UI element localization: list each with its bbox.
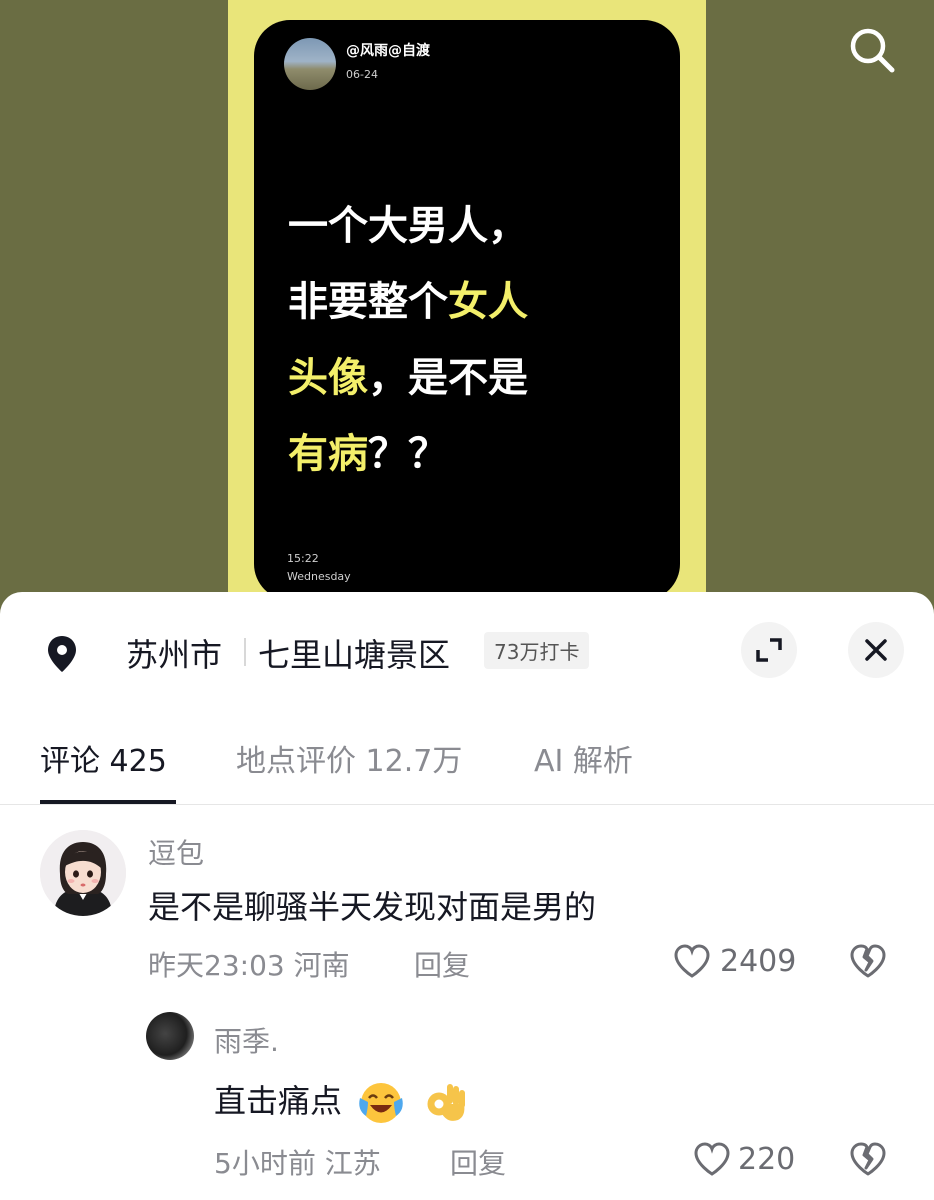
location-place[interactable]: 七里山塘景区 [258, 630, 450, 676]
post-text-line3b: ，是不是 [368, 355, 528, 401]
reply-username[interactable]: 雨季. [214, 1020, 279, 1060]
post-weekday: Wednesday [287, 570, 351, 583]
video-background[interactable]: @风雨@自渡 06-24 一个大男人， 非要整个女人 头像，是不是 有病？？ 1… [0, 0, 934, 610]
avatar-illustration [40, 830, 126, 916]
heart-icon[interactable] [672, 942, 712, 982]
location-pin-icon [48, 636, 76, 672]
post-image-card: @风雨@自渡 06-24 一个大男人， 非要整个女人 头像，是不是 有病？？ 1… [254, 20, 680, 600]
blurred-side-right [706, 0, 934, 610]
post-text: 一个大男人， 非要整个女人 头像，是不是 有病？？ [288, 188, 668, 492]
like-count: 220 [738, 1142, 796, 1177]
post-author-avatar [284, 38, 336, 90]
reply-text: 直击痛点 [214, 1082, 343, 1120]
tab-place-reviews[interactable]: 地点评价 12.7万 [236, 736, 462, 780]
post-text-line4b: ？？ [368, 431, 448, 477]
close-icon [865, 639, 887, 661]
search-button[interactable] [844, 22, 900, 78]
location-divider [244, 638, 246, 666]
reply-meta: 5小时前 江苏 [214, 1147, 381, 1180]
tab-bar: 评论 425 地点评价 12.7万 AI 解析 [0, 722, 934, 804]
comment-avatar[interactable] [40, 830, 126, 916]
expand-icon [756, 638, 782, 662]
checkin-count-badge: 73万打卡 [484, 632, 590, 669]
tabs-divider [0, 804, 934, 805]
comment-username[interactable]: 逗包 [148, 832, 204, 872]
comment-text: 是不是聊骚半天发现对面是男的 [148, 888, 597, 926]
blurred-side-left [0, 0, 228, 610]
comments-sheet: 苏州市 七里山塘景区 73万打卡 评论 425 地点评价 12.7万 AI 解析 [0, 592, 934, 1200]
post-text-line2b: 女人 [448, 279, 528, 325]
broken-heart-icon[interactable] [848, 942, 888, 982]
reply-button-2[interactable]: 回复 [450, 1142, 506, 1182]
post-text-line4a: 有病 [288, 431, 368, 477]
location-city[interactable]: 苏州市 [126, 630, 222, 676]
broken-heart-icon[interactable] [848, 1140, 888, 1180]
expand-button[interactable] [741, 622, 797, 678]
reply-text-row: 直击痛点 [214, 1076, 470, 1128]
post-text-line2a: 非要整个 [288, 279, 448, 325]
reply-avatar[interactable] [146, 1012, 194, 1060]
reply-button[interactable]: 回复 [414, 944, 470, 984]
comment-meta: 昨天23:03 河南 [148, 949, 350, 982]
heart-icon[interactable] [692, 1140, 732, 1180]
post-text-line1: 一个大男人， [288, 203, 528, 249]
post-text-line3a: 头像 [288, 355, 368, 401]
tab-comments[interactable]: 评论 425 [40, 736, 167, 780]
post-time: 15:22 [287, 552, 319, 565]
ok-hand-emoji-icon [427, 1084, 466, 1121]
tab-ai-analysis[interactable]: AI 解析 [534, 736, 633, 780]
like-count: 2409 [720, 944, 797, 979]
laughing-crying-emoji-icon [359, 1083, 403, 1123]
post-date: 06-24 [346, 68, 378, 81]
post-author-name: @风雨@自渡 [346, 43, 430, 59]
search-icon [850, 28, 895, 73]
close-button[interactable] [848, 622, 904, 678]
